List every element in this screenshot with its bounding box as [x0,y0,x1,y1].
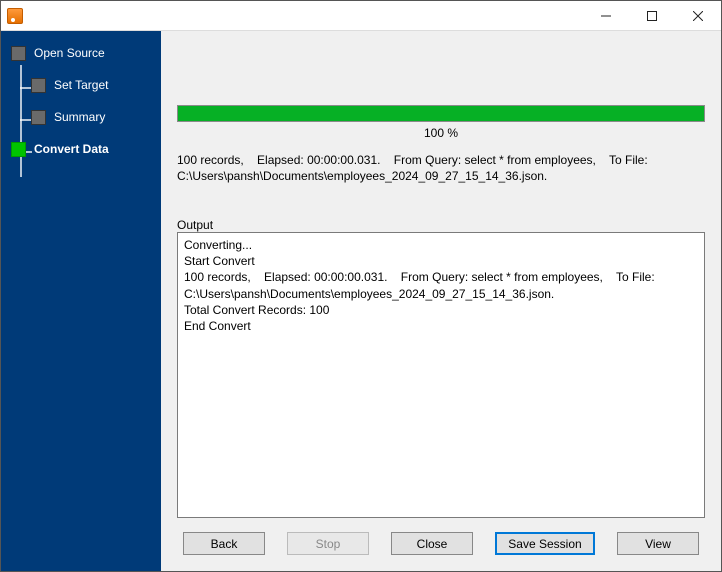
output-textarea[interactable]: Converting... Start Convert 100 records,… [177,232,705,518]
maximize-button[interactable] [629,1,675,31]
close-window-button[interactable] [675,1,721,31]
step-label: Convert Data [34,142,109,156]
stop-button: Stop [287,532,369,555]
output-label: Output [177,218,705,232]
step-icon [11,142,26,157]
wizard-step-set-target[interactable]: Set Target [1,73,161,97]
app-window: Open Source Set Target Summary Convert D… [0,0,722,572]
step-label: Open Source [34,46,105,60]
progress-bar [177,105,705,122]
step-icon [31,110,46,125]
titlebar[interactable] [1,1,721,31]
step-label: Summary [54,110,105,124]
minimize-button[interactable] [583,1,629,31]
content-panel: 100 % 100 records, Elapsed: 00:00:00.031… [161,31,721,571]
progress-label: 100 % [177,126,705,140]
back-button[interactable]: Back [183,532,265,555]
progress-bar-fill [178,106,704,121]
button-row: Back Stop Close Save Session View [177,518,705,561]
view-button[interactable]: View [617,532,699,555]
close-button[interactable]: Close [391,532,473,555]
step-label: Set Target [54,78,108,92]
summary-text: 100 records, Elapsed: 00:00:00.031. From… [177,152,705,204]
wizard-sidebar: Open Source Set Target Summary Convert D… [1,31,161,571]
app-icon [7,8,23,24]
wizard-step-open-source[interactable]: Open Source [1,41,161,65]
step-icon [31,78,46,93]
save-session-button[interactable]: Save Session [495,532,595,555]
wizard-step-convert-data[interactable]: Convert Data [1,137,161,161]
step-icon [11,46,26,61]
wizard-step-summary[interactable]: Summary [1,105,161,129]
